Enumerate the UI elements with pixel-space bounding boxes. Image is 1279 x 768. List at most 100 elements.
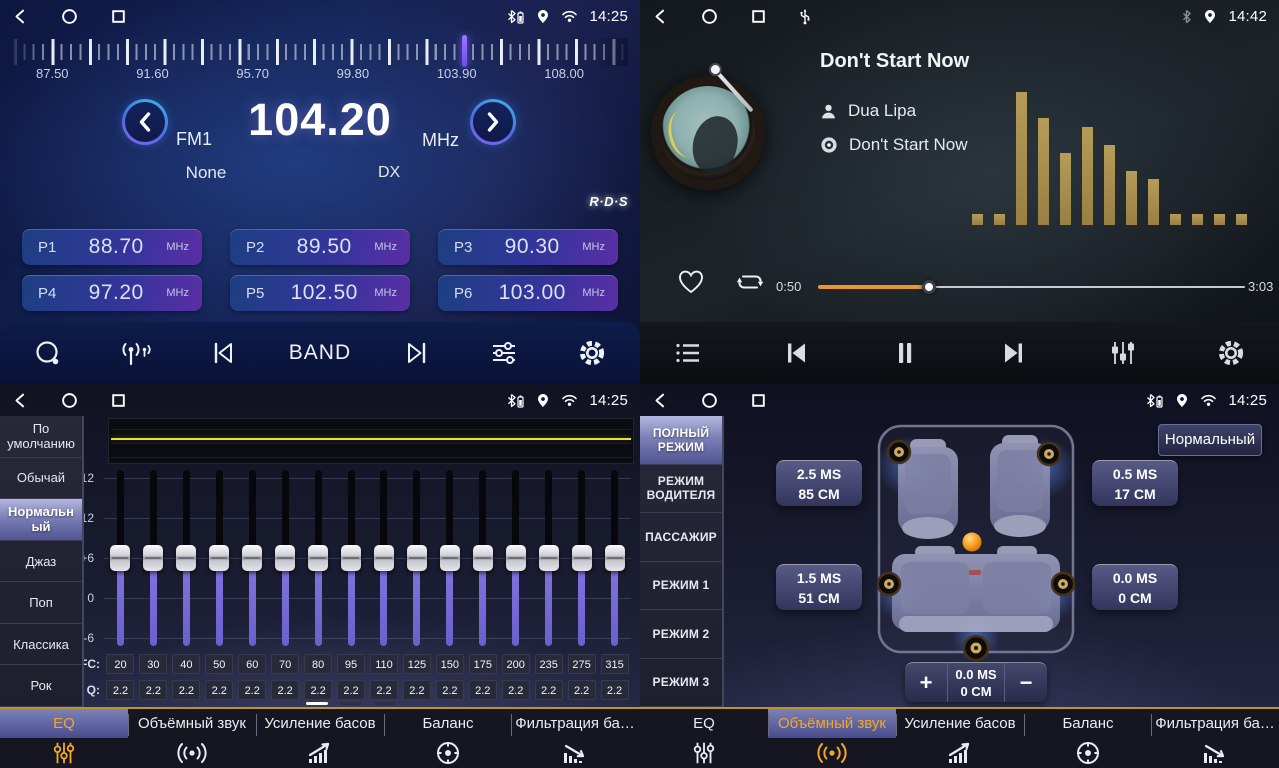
band-frequency-value[interactable]: 175 bbox=[469, 654, 497, 674]
repeat-icon[interactable] bbox=[732, 268, 768, 296]
equalizer-mixer-icon[interactable] bbox=[1100, 339, 1144, 367]
band-frequency-value[interactable]: 150 bbox=[436, 654, 464, 674]
eq-slider-knob[interactable] bbox=[209, 545, 229, 571]
back-icon[interactable] bbox=[652, 392, 669, 409]
band-frequency-value[interactable]: 315 bbox=[601, 654, 629, 674]
home-icon[interactable] bbox=[61, 8, 78, 25]
eq-slider-knob[interactable] bbox=[110, 545, 130, 571]
band-q-value[interactable]: 2.2 bbox=[403, 680, 431, 700]
band-q-value[interactable]: 2.2 bbox=[205, 680, 233, 700]
band-frequency-value[interactable]: 60 bbox=[238, 654, 266, 674]
delay-front-left-button[interactable]: 2.5 MS 85 CM bbox=[776, 460, 862, 506]
eq-slider-track[interactable] bbox=[446, 470, 453, 646]
eq-slider-track[interactable] bbox=[150, 470, 157, 646]
eq-slider-track[interactable] bbox=[216, 470, 223, 646]
eq-slider-knob[interactable] bbox=[407, 545, 427, 571]
back-icon[interactable] bbox=[12, 8, 29, 25]
seek-knob[interactable] bbox=[922, 280, 936, 294]
band-frequency-value[interactable]: 80 bbox=[304, 654, 332, 674]
eq-slider-knob[interactable] bbox=[440, 545, 460, 571]
band-q-value[interactable]: 2.2 bbox=[568, 680, 596, 700]
eq-slider-track[interactable] bbox=[183, 470, 190, 646]
band-frequency-value[interactable]: 50 bbox=[205, 654, 233, 674]
tune-up-button[interactable] bbox=[470, 99, 516, 145]
audio-settings-button[interactable] bbox=[482, 339, 526, 367]
band-q-value[interactable]: 2.2 bbox=[271, 680, 299, 700]
scan-button[interactable] bbox=[26, 340, 70, 367]
previous-station-button[interactable] bbox=[201, 339, 245, 367]
delay-front-right-button[interactable]: 0.5 MS 17 CM bbox=[1092, 460, 1178, 506]
delay-rear-right-button[interactable]: 0.0 MS 0 CM bbox=[1092, 564, 1178, 610]
previous-track-button[interactable] bbox=[775, 339, 819, 367]
tab-filter[interactable]: Фильтрация ба… bbox=[1151, 709, 1279, 768]
next-track-button[interactable] bbox=[992, 339, 1036, 367]
tab-eq[interactable]: EQ bbox=[640, 709, 768, 768]
eq-preset-item[interactable]: Рок bbox=[0, 665, 82, 707]
eq-slider-track[interactable] bbox=[282, 470, 289, 646]
eq-slider-knob[interactable] bbox=[143, 545, 163, 571]
tune-down-button[interactable] bbox=[122, 99, 168, 145]
band-q-value[interactable]: 2.2 bbox=[436, 680, 464, 700]
next-station-button[interactable] bbox=[395, 339, 439, 367]
band-q-value[interactable]: 2.2 bbox=[502, 680, 530, 700]
tab-balance[interactable]: Баланс bbox=[384, 709, 512, 768]
home-icon[interactable] bbox=[61, 392, 78, 409]
eq-slider-track[interactable] bbox=[611, 470, 618, 646]
eq-slider-knob[interactable] bbox=[176, 545, 196, 571]
home-icon[interactable] bbox=[701, 8, 718, 25]
eq-slider-knob[interactable] bbox=[242, 545, 262, 571]
eq-slider-knob[interactable] bbox=[605, 545, 625, 571]
back-icon[interactable] bbox=[652, 8, 669, 25]
eq-preset-item[interactable]: Поп bbox=[0, 582, 82, 624]
delay-plus-button[interactable]: + bbox=[905, 663, 947, 702]
band-q-value[interactable]: 2.2 bbox=[601, 680, 629, 700]
delay-rear-left-button[interactable]: 1.5 MS 51 CM bbox=[776, 564, 862, 610]
listening-mode-item[interactable]: РЕЖИМ 1 bbox=[640, 562, 722, 611]
eq-preset-item[interactable]: Классика bbox=[0, 624, 82, 666]
tab-surround[interactable]: Объёмный звук bbox=[768, 709, 896, 768]
eq-slider-track[interactable] bbox=[479, 470, 486, 646]
eq-preset-item[interactable]: Нормальный bbox=[0, 499, 82, 541]
pause-button[interactable] bbox=[883, 339, 927, 367]
eq-slider-track[interactable] bbox=[578, 470, 585, 646]
eq-slider-knob[interactable] bbox=[374, 545, 394, 571]
tab-balance[interactable]: Баланс bbox=[1024, 709, 1152, 768]
band-q-value[interactable]: 2.2 bbox=[139, 680, 167, 700]
band-button[interactable]: BAND bbox=[289, 341, 351, 365]
band-frequency-value[interactable]: 235 bbox=[535, 654, 563, 674]
delay-minus-button[interactable]: − bbox=[1005, 663, 1047, 702]
listening-mode-item[interactable]: РЕЖИМ ВОДИТЕЛЯ bbox=[640, 465, 722, 514]
eq-slider-knob[interactable] bbox=[275, 545, 295, 571]
radio-preset-button[interactable]: P3 90.30 MHz bbox=[438, 229, 618, 265]
band-frequency-value[interactable]: 30 bbox=[139, 654, 167, 674]
surround-preset-button[interactable]: Нормальный bbox=[1158, 424, 1262, 456]
eq-preset-item[interactable]: Обычай bbox=[0, 458, 82, 500]
band-q-value[interactable]: 2.2 bbox=[370, 680, 398, 700]
recents-icon[interactable] bbox=[110, 392, 127, 409]
band-q-value[interactable]: 2.2 bbox=[238, 680, 266, 700]
listening-mode-item[interactable]: ПОЛНЫЙ РЕЖИМ bbox=[640, 416, 722, 465]
band-q-value[interactable]: 2.2 bbox=[535, 680, 563, 700]
eq-slider-track[interactable] bbox=[348, 470, 355, 646]
eq-slider-knob[interactable] bbox=[308, 545, 328, 571]
eq-preset-item[interactable]: Джаз bbox=[0, 541, 82, 583]
band-frequency-value[interactable]: 20 bbox=[106, 654, 134, 674]
band-q-value[interactable]: 2.2 bbox=[337, 680, 365, 700]
listening-mode-item[interactable]: РЕЖИМ 2 bbox=[640, 610, 722, 659]
eq-slider-knob[interactable] bbox=[572, 545, 592, 571]
eq-slider-track[interactable] bbox=[249, 470, 256, 646]
radio-preset-button[interactable]: P4 97.20 MHz bbox=[22, 275, 202, 311]
radio-preset-button[interactable]: P5 102.50 MHz bbox=[230, 275, 410, 311]
band-q-value[interactable]: 2.2 bbox=[469, 680, 497, 700]
settings-gear-icon[interactable] bbox=[1209, 338, 1253, 368]
eq-slider-track[interactable] bbox=[512, 470, 519, 646]
eq-slider-track[interactable] bbox=[380, 470, 387, 646]
recents-icon[interactable] bbox=[110, 8, 127, 25]
settings-gear-icon[interactable] bbox=[570, 338, 614, 368]
tab-bass-boost[interactable]: Усиление басов bbox=[896, 709, 1024, 768]
band-frequency-value[interactable]: 200 bbox=[502, 654, 530, 674]
eq-slider-knob[interactable] bbox=[506, 545, 526, 571]
eq-slider-track[interactable] bbox=[413, 470, 420, 646]
eq-slider-knob[interactable] bbox=[539, 545, 559, 571]
band-frequency-value[interactable]: 70 bbox=[271, 654, 299, 674]
